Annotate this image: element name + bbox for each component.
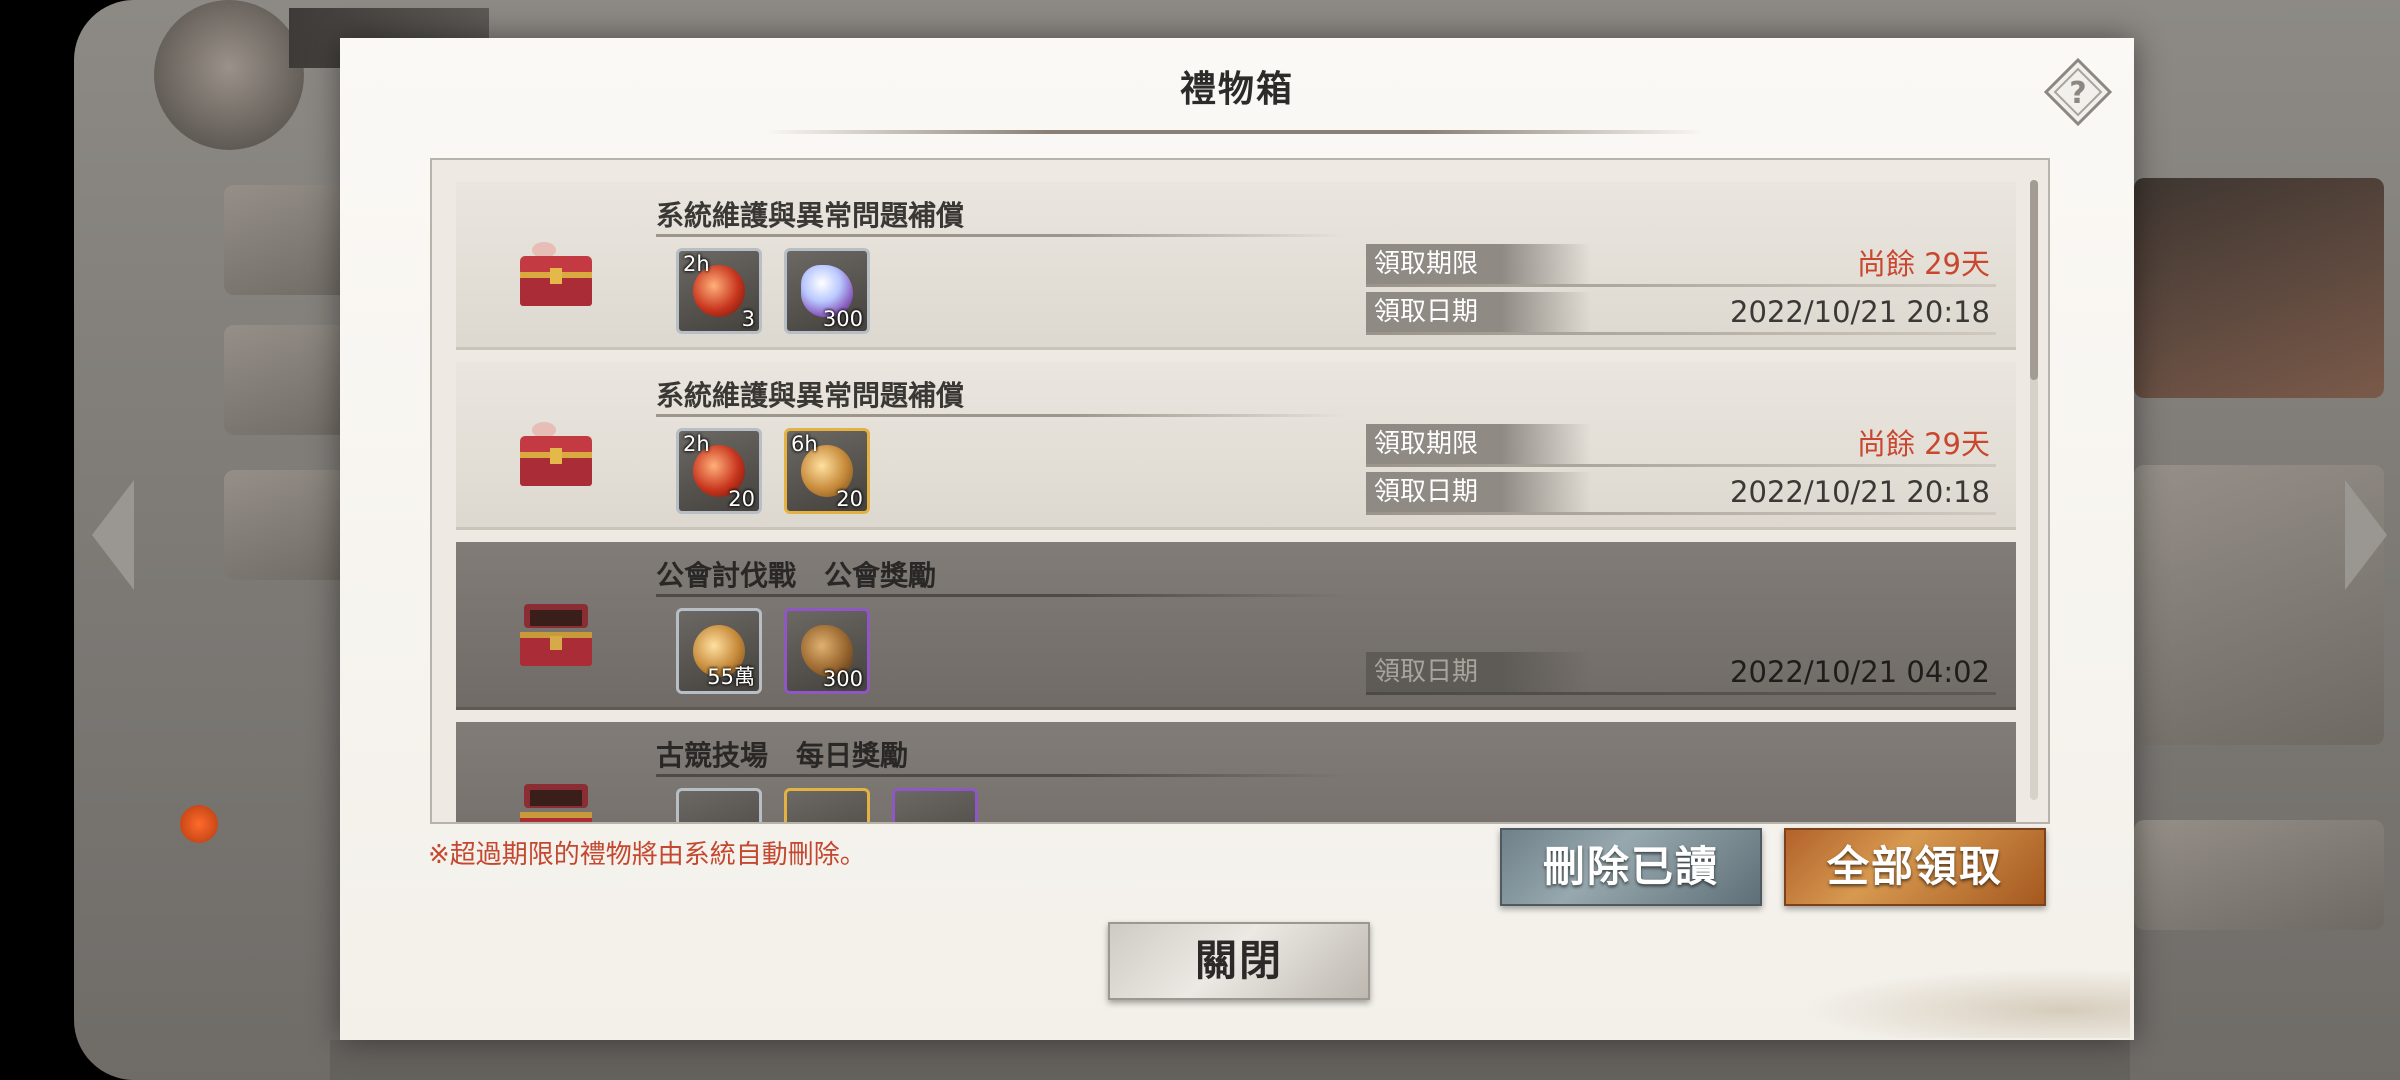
row-divider bbox=[1366, 464, 1996, 467]
gift-title-divider bbox=[656, 594, 1346, 597]
date-row: 領取日期 2022/10/21 20:18 bbox=[1366, 292, 1996, 335]
title-divider bbox=[765, 130, 1705, 134]
deadline-row: 領取期限 尚餘 29天 bbox=[1366, 244, 1996, 287]
date-label: 領取日期 bbox=[1366, 292, 1591, 332]
date-row: 領取日期 2022/10/21 04:02 bbox=[1366, 652, 1996, 695]
gift-box-modal: 禮物箱 ? 系統維護與異常問題補償 2h 3 300 領取期限 尚餘 29天 領… bbox=[340, 38, 2134, 1040]
date-value: 2022/10/21 04:02 bbox=[1730, 655, 1990, 689]
deadline-value: 尚餘 29天 bbox=[1856, 247, 1990, 281]
bg-notification-orb-icon bbox=[180, 805, 218, 843]
reward-slot[interactable]: 300 bbox=[784, 248, 870, 334]
date-value: 2022/10/21 20:18 bbox=[1730, 475, 1990, 509]
gift-title-divider bbox=[656, 414, 1346, 417]
claim-all-button[interactable]: 全部領取 bbox=[1784, 828, 2046, 906]
decorative-paint-stroke bbox=[1800, 968, 2130, 1038]
close-button[interactable]: 關閉 bbox=[1108, 922, 1370, 1000]
reward-quantity: 300 bbox=[822, 307, 863, 331]
deadline-row: 領取期限 尚餘 29天 bbox=[1366, 424, 1996, 467]
row-divider bbox=[1366, 332, 1996, 335]
delete-read-button[interactable]: 刪除已讀 bbox=[1500, 828, 1762, 906]
gift-title: 系統維護與異常問題補償 bbox=[656, 379, 965, 412]
reward-duration: 6h bbox=[791, 432, 818, 456]
date-row: 領取日期 2022/10/21 20:18 bbox=[1366, 472, 1996, 515]
gift-row[interactable]: 系統維護與異常問題補償 2h 20 6h 20 領取期限 尚餘 29天 領取日期… bbox=[456, 362, 2016, 530]
reward-slot[interactable] bbox=[892, 788, 978, 822]
reward-quantity: 55萬 bbox=[707, 665, 755, 689]
help-icon[interactable]: ? bbox=[2042, 56, 2114, 128]
reward-duration: 2h bbox=[683, 252, 710, 276]
reward-slot[interactable]: 6h 20 bbox=[784, 428, 870, 514]
gift-title-divider bbox=[656, 234, 1346, 237]
gift-chest-closed-icon bbox=[520, 422, 592, 486]
date-value: 2022/10/21 20:18 bbox=[1730, 295, 1990, 329]
gift-title: 系統維護與異常問題補償 bbox=[656, 199, 965, 232]
bg-avatar bbox=[154, 0, 304, 150]
gift-row[interactable]: 古競技場 每日獎勵 bbox=[456, 722, 2016, 822]
reward-quantity: 20 bbox=[728, 487, 755, 511]
svg-text:?: ? bbox=[2069, 76, 2086, 111]
gift-title: 古競技場 每日獎勵 bbox=[656, 739, 909, 772]
reward-slot[interactable]: 2h 20 bbox=[676, 428, 762, 514]
scrollbar-thumb[interactable] bbox=[2030, 180, 2038, 380]
reward-duration: 2h bbox=[683, 432, 710, 456]
deadline-label: 領取期限 bbox=[1366, 424, 1591, 464]
reward-quantity: 20 bbox=[836, 487, 863, 511]
gift-row[interactable]: 公會討伐戰 公會獎勵 55萬 300 領取日期 2022/10/21 04:02 bbox=[456, 542, 2016, 710]
date-label: 領取日期 bbox=[1366, 472, 1591, 512]
gift-chest-open-icon bbox=[520, 784, 592, 822]
deadline-value: 尚餘 29天 bbox=[1856, 427, 1990, 461]
gift-title: 公會討伐戰 公會獎勵 bbox=[656, 559, 937, 592]
reward-slot[interactable] bbox=[784, 788, 870, 822]
date-label: 領取日期 bbox=[1366, 652, 1591, 692]
gift-chest-closed-icon bbox=[520, 242, 592, 306]
gift-row[interactable]: 系統維護與異常問題補償 2h 3 300 領取期限 尚餘 29天 領取日期 20… bbox=[456, 182, 2016, 350]
bg-right-arrow-icon bbox=[2345, 480, 2387, 590]
reward-quantity: 3 bbox=[741, 307, 755, 331]
bg-banner bbox=[2134, 178, 2384, 398]
reward-slot[interactable]: 300 bbox=[784, 608, 870, 694]
gift-title-divider bbox=[656, 774, 1346, 777]
row-divider bbox=[1366, 284, 1996, 287]
row-divider bbox=[1366, 512, 1996, 515]
deadline-label: 領取期限 bbox=[1366, 244, 1591, 284]
reward-slot[interactable]: 55萬 bbox=[676, 608, 762, 694]
bg-menu-tile bbox=[2134, 820, 2384, 930]
expiry-note: ※超過期限的禮物將由系統自動刪除。 bbox=[428, 840, 866, 870]
bg-bottom-nav bbox=[330, 1040, 2130, 1080]
reward-slot[interactable] bbox=[676, 788, 762, 822]
gift-chest-open-icon bbox=[520, 604, 592, 666]
row-divider bbox=[1366, 692, 1996, 695]
bg-left-arrow-icon bbox=[92, 480, 134, 590]
reward-slot[interactable]: 2h 3 bbox=[676, 248, 762, 334]
gift-list[interactable]: 系統維護與異常問題補償 2h 3 300 領取期限 尚餘 29天 領取日期 20… bbox=[430, 158, 2050, 824]
reward-quantity: 300 bbox=[822, 667, 863, 691]
modal-title: 禮物箱 bbox=[1179, 69, 1294, 110]
